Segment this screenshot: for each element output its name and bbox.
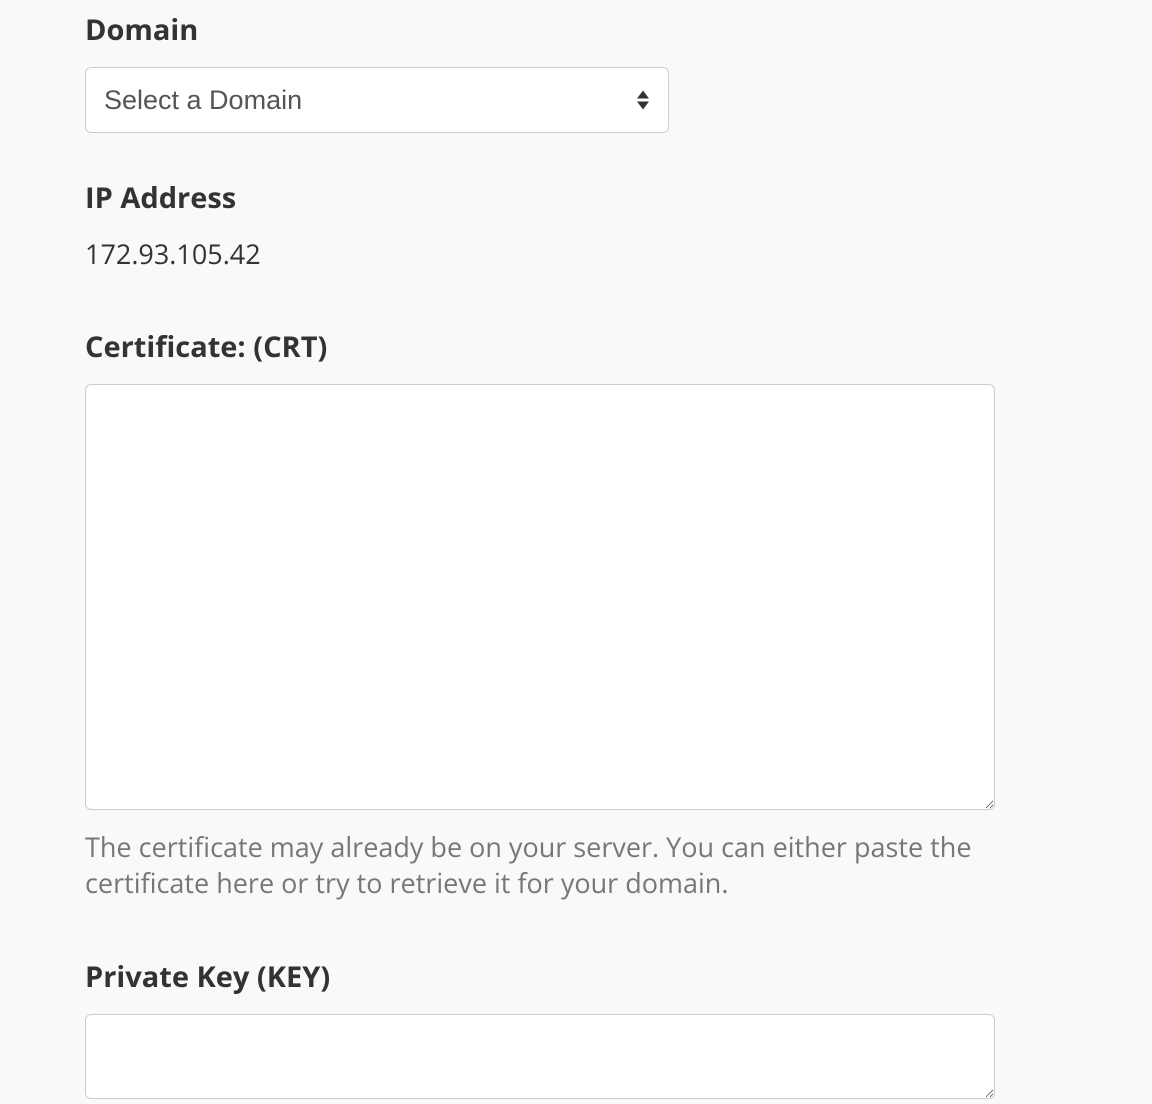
domain-label: Domain — [85, 10, 1067, 49]
private-key-textarea[interactable] — [85, 1014, 995, 1099]
ip-address-value: 172.93.105.42 — [85, 235, 1067, 272]
private-key-label: Private Key (KEY) — [85, 957, 1067, 996]
domain-group: Domain Select a Domain — [85, 10, 1067, 133]
domain-select[interactable]: Select a Domain — [85, 67, 669, 133]
certificate-label: Certificate: (CRT) — [85, 327, 1067, 366]
ip-address-group: IP Address 172.93.105.42 — [85, 178, 1067, 272]
certificate-help-text: The certificate may already be on your s… — [85, 829, 995, 902]
certificate-group: Certificate: (CRT) The certificate may a… — [85, 327, 1067, 902]
private-key-group: Private Key (KEY) — [85, 957, 1067, 1104]
ssl-install-form: Domain Select a Domain IP Address 172.93… — [0, 0, 1152, 1104]
ip-address-label: IP Address — [85, 178, 1067, 217]
domain-select-wrapper: Select a Domain — [85, 67, 669, 133]
certificate-textarea[interactable] — [85, 384, 995, 810]
